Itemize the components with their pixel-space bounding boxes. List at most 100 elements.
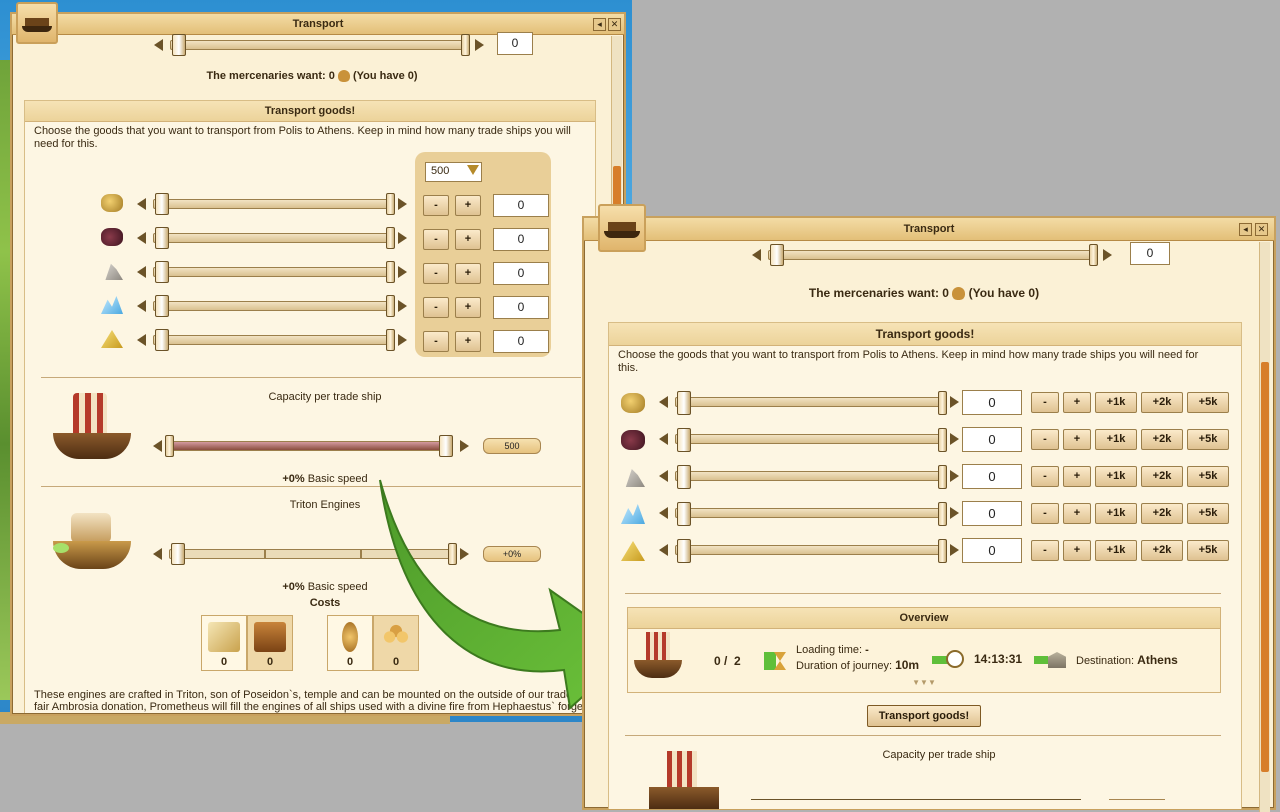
grapes-icon xyxy=(101,228,123,246)
chevron-down-icon xyxy=(467,165,479,175)
minus-button[interactable]: - xyxy=(1031,466,1059,487)
crystal-input[interactable]: 0 xyxy=(962,501,1022,526)
plus-button[interactable]: + xyxy=(455,297,481,318)
sulfur-icon xyxy=(621,541,645,561)
plus-1k-button[interactable]: +1k xyxy=(1095,429,1137,450)
marble-slider[interactable] xyxy=(137,261,407,283)
plus-button[interactable]: + xyxy=(1063,392,1091,413)
transport-goods-button[interactable]: Transport goods! xyxy=(867,705,981,727)
panel-title: Transport goods! xyxy=(25,101,595,122)
plus-2k-button[interactable]: +2k xyxy=(1141,503,1183,524)
gold-slider[interactable] xyxy=(659,391,959,415)
minus-button[interactable]: - xyxy=(423,297,449,318)
sulfur-input[interactable]: 0 xyxy=(493,330,549,353)
step-select[interactable]: 500 xyxy=(425,162,482,182)
plus-5k-button[interactable]: +5k xyxy=(1187,429,1229,450)
destination: Destination: Athens xyxy=(1076,653,1178,667)
plus-2k-button[interactable]: +2k xyxy=(1141,429,1183,450)
capacity-slider[interactable] xyxy=(751,799,1081,806)
plus-1k-button[interactable]: +1k xyxy=(1095,540,1137,561)
destination-icon xyxy=(1034,650,1068,670)
mercenary-slider[interactable] xyxy=(154,34,484,56)
description-line-2: this. xyxy=(618,362,639,374)
plus-button[interactable]: + xyxy=(1063,503,1091,524)
gold-slider[interactable] xyxy=(137,193,407,215)
ships-count: 0 / 2 xyxy=(714,654,741,668)
slider-left-arrow[interactable] xyxy=(154,39,163,51)
help-icon[interactable]: ◂ xyxy=(1239,223,1252,236)
minus-button[interactable]: - xyxy=(1031,503,1059,524)
crystal-slider[interactable] xyxy=(137,295,407,317)
gold-icon xyxy=(621,393,645,413)
minus-button[interactable]: - xyxy=(423,195,449,216)
mercenary-input[interactable]: 0 xyxy=(1130,242,1170,265)
plus-1k-button[interactable]: +1k xyxy=(1095,466,1137,487)
crystal-slider[interactable] xyxy=(659,502,959,526)
capacity-title: Capacity per trade ship xyxy=(268,391,382,403)
slider-right-arrow[interactable] xyxy=(475,39,484,51)
plus-5k-button[interactable]: +5k xyxy=(1187,392,1229,413)
cost-gold-box: 0 xyxy=(201,615,247,671)
close-icon[interactable]: ✕ xyxy=(1255,223,1268,236)
cost-chest-box: 0 xyxy=(247,615,293,671)
grapes-slider[interactable] xyxy=(659,428,959,452)
step-control-box xyxy=(415,152,551,357)
expand-chevron-icon[interactable]: ▼▼▼ xyxy=(628,678,1220,687)
marble-input[interactable]: 0 xyxy=(493,262,549,285)
minus-button[interactable]: - xyxy=(423,229,449,250)
grapes-slider[interactable] xyxy=(137,227,407,249)
cost-ambrosia-box: 0 xyxy=(327,615,373,671)
window-title: Transport xyxy=(584,218,1274,241)
transport-window-front: Transport ◂ ✕ 0 The mercenaries want: 0 … xyxy=(582,216,1276,812)
grapes-input[interactable]: 0 xyxy=(962,427,1022,452)
plus-button[interactable]: + xyxy=(455,229,481,250)
plus-button[interactable]: + xyxy=(1063,540,1091,561)
plus-button[interactable]: + xyxy=(455,195,481,216)
panel-title: Transport goods! xyxy=(609,323,1241,346)
sulfur-input[interactable]: 0 xyxy=(962,538,1022,563)
ambrosia-icon xyxy=(342,622,358,652)
grapes-input[interactable]: 0 xyxy=(493,228,549,251)
close-icon[interactable]: ✕ xyxy=(608,18,621,31)
capacity-slider[interactable] xyxy=(153,435,469,457)
sulfur-slider[interactable] xyxy=(659,539,959,563)
description: Choose the goods that you want to transp… xyxy=(34,125,571,150)
plus-5k-button[interactable]: +5k xyxy=(1187,503,1229,524)
plus-2k-button[interactable]: +2k xyxy=(1141,466,1183,487)
minus-button[interactable]: - xyxy=(1031,429,1059,450)
marble-input[interactable]: 0 xyxy=(962,464,1022,489)
minus-button[interactable]: - xyxy=(1031,392,1059,413)
journey-duration: Duration of journey: 10m xyxy=(796,658,920,672)
capacity-value: 500 xyxy=(483,438,541,454)
trade-ship-image xyxy=(53,393,131,463)
gold-input[interactable]: 0 xyxy=(962,390,1022,415)
sulfur-slider[interactable] xyxy=(137,329,407,351)
scrollbar[interactable] xyxy=(1259,242,1270,812)
mercenaries-text: The mercenaries want: 0 (You have 0) xyxy=(206,70,418,83)
minus-button[interactable]: - xyxy=(423,263,449,284)
plus-2k-button[interactable]: +2k xyxy=(1141,392,1183,413)
plus-1k-button[interactable]: +1k xyxy=(1095,392,1137,413)
plus-2k-button[interactable]: +2k xyxy=(1141,540,1183,561)
marble-slider[interactable] xyxy=(659,465,959,489)
plus-button[interactable]: + xyxy=(455,263,481,284)
minus-button[interactable]: - xyxy=(423,331,449,352)
help-icon[interactable]: ◂ xyxy=(593,18,606,31)
crystal-input[interactable]: 0 xyxy=(493,296,549,319)
mercenary-slider[interactable] xyxy=(752,244,1112,266)
plus-button[interactable]: + xyxy=(455,331,481,352)
gold-input[interactable]: 0 xyxy=(493,194,549,217)
plus-button[interactable]: + xyxy=(1063,429,1091,450)
minus-button[interactable]: - xyxy=(1031,540,1059,561)
plus-5k-button[interactable]: +5k xyxy=(1187,466,1229,487)
crystal-icon xyxy=(101,296,123,314)
loading-arrow-icon xyxy=(764,652,788,670)
mercenary-input[interactable]: 0 xyxy=(497,32,533,55)
plus-1k-button[interactable]: +1k xyxy=(1095,503,1137,524)
plus-button[interactable]: + xyxy=(1063,466,1091,487)
slider-handle[interactable] xyxy=(172,34,186,56)
description-line-1: Choose the goods that you want to transp… xyxy=(618,349,1199,361)
plus-5k-button[interactable]: +5k xyxy=(1187,540,1229,561)
scroll-thumb[interactable] xyxy=(1261,362,1269,772)
marble-icon xyxy=(625,469,645,487)
